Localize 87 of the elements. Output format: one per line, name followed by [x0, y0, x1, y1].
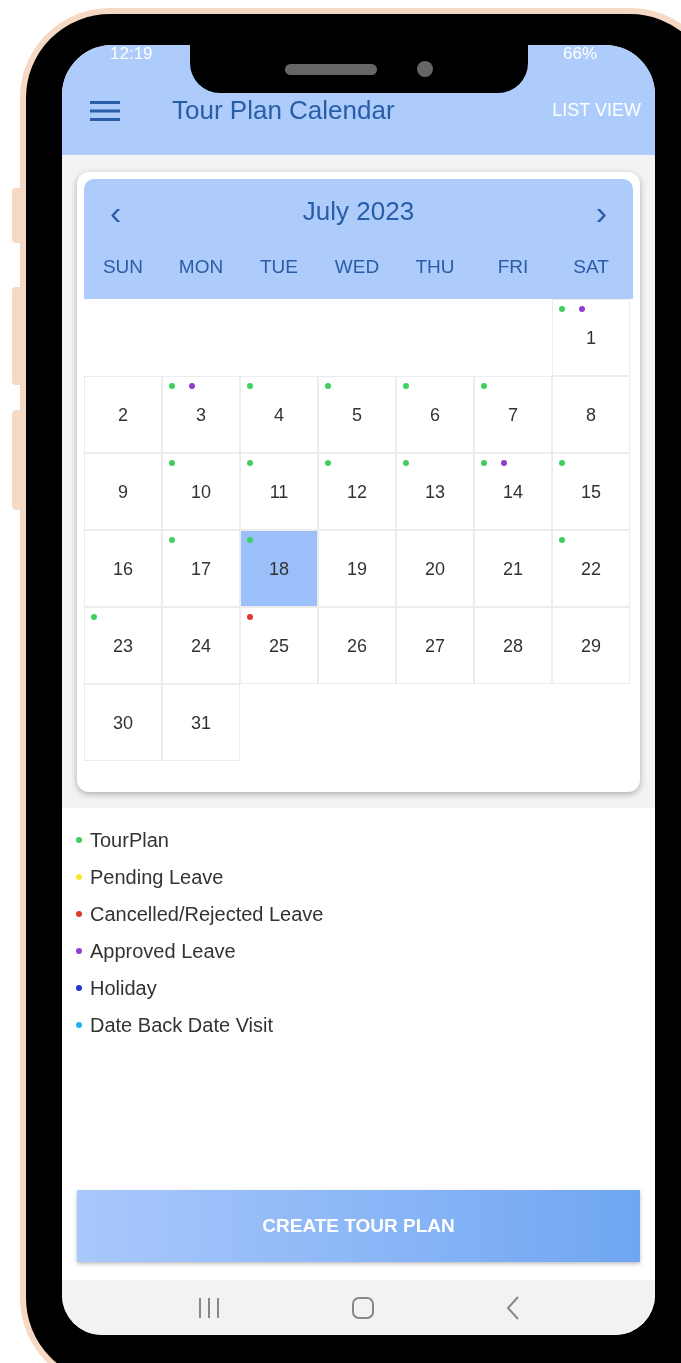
day-number: 20: [425, 558, 445, 581]
day-number: 29: [581, 635, 601, 658]
day-number: 13: [425, 481, 445, 504]
weekday-label: FRI: [496, 255, 530, 280]
calendar-day[interactable]: 5: [318, 376, 396, 453]
day-number: 8: [586, 404, 596, 427]
calendar-day[interactable]: 20: [396, 530, 474, 607]
day-number: 4: [274, 404, 284, 427]
month-title: July 2023: [302, 195, 415, 228]
calendar-day[interactable]: 15: [552, 453, 630, 530]
calendar-day[interactable]: 18: [240, 530, 318, 607]
day-number: 14: [503, 481, 523, 504]
previous-month-button[interactable]: ‹: [110, 194, 122, 229]
weekday-label: THU: [414, 255, 456, 280]
weekday-label: TUE: [259, 255, 299, 280]
home-icon[interactable]: [351, 1295, 376, 1320]
calendar-day[interactable]: 13: [396, 453, 474, 530]
calendar-day[interactable]: 27: [396, 607, 474, 684]
weekday-label: WED: [333, 255, 381, 280]
calendar-day[interactable]: 2: [84, 376, 162, 453]
menu-icon[interactable]: [90, 99, 120, 122]
calendar-day[interactable]: 22: [552, 530, 630, 607]
weekday-label: MON: [177, 255, 225, 280]
day-number: 21: [503, 558, 523, 581]
day-number: 28: [503, 635, 523, 658]
calendar-day[interactable]: 10: [162, 453, 240, 530]
calendar-day[interactable]: 7: [474, 376, 552, 453]
day-number: 25: [269, 635, 289, 658]
day-number: 6: [430, 404, 440, 427]
legend-label: TourPlan: [90, 828, 169, 852]
calendar-day[interactable]: 12: [318, 453, 396, 530]
day-number: 7: [508, 404, 518, 427]
day-number: 19: [347, 558, 367, 581]
legend-label: Cancelled/Rejected Leave: [90, 902, 324, 926]
legend-label: Holiday: [90, 976, 157, 1000]
calendar-day[interactable]: 3: [162, 376, 240, 453]
app-title: Tour Plan Calendar: [172, 94, 395, 127]
day-number: 2: [118, 404, 128, 427]
weekday-label: SUN: [101, 255, 145, 280]
calendar-day[interactable]: 14: [474, 453, 552, 530]
legend-label: Date Back Date Visit: [90, 1013, 274, 1037]
day-number: 26: [347, 635, 367, 658]
day-number: 3: [196, 404, 206, 427]
day-number: 12: [347, 481, 367, 504]
calendar-day[interactable]: 9: [84, 453, 162, 530]
calendar-day[interactable]: 29: [552, 607, 630, 684]
calendar-day[interactable]: 25: [240, 607, 318, 684]
calendar-day[interactable]: 6: [396, 376, 474, 453]
camera-icon: [417, 61, 433, 77]
day-number: 31: [191, 712, 211, 735]
day-number: 9: [118, 481, 128, 504]
calendar-day[interactable]: 4: [240, 376, 318, 453]
legend-label: Pending Leave: [90, 865, 224, 889]
calendar-day[interactable]: 8: [552, 376, 630, 453]
day-number: 15: [581, 481, 601, 504]
day-number: 16: [113, 558, 133, 581]
calendar-day[interactable]: 24: [162, 607, 240, 684]
day-number: 27: [425, 635, 445, 658]
speaker-icon: [285, 63, 377, 75]
calendar-day[interactable]: 23: [84, 607, 162, 684]
day-number: 1: [586, 327, 596, 350]
calendar-day[interactable]: 30: [84, 684, 162, 761]
next-month-button[interactable]: ›: [595, 194, 607, 229]
weekday-label: SAT: [572, 255, 610, 280]
back-icon[interactable]: [505, 1295, 520, 1320]
day-number: 30: [113, 712, 133, 735]
day-number: 23: [113, 635, 133, 658]
battery-level: 66%: [562, 45, 597, 65]
calendar-day[interactable]: 1: [552, 299, 630, 376]
legend-label: Approved Leave: [90, 939, 236, 963]
calendar-day[interactable]: 19: [318, 530, 396, 607]
calendar-day[interactable]: 28: [474, 607, 552, 684]
day-number: 10: [191, 481, 211, 504]
calendar-day[interactable]: 17: [162, 530, 240, 607]
calendar-day[interactable]: 11: [240, 453, 318, 530]
calendar-day[interactable]: 31: [162, 684, 240, 761]
day-number: 22: [581, 558, 601, 581]
status-time: 12:19: [110, 45, 153, 65]
calendar-day[interactable]: 21: [474, 530, 552, 607]
day-number: 5: [352, 404, 362, 427]
calendar-day[interactable]: 16: [84, 530, 162, 607]
day-number: 24: [191, 635, 211, 658]
calendar-day[interactable]: 26: [318, 607, 396, 684]
day-number: 18: [269, 558, 289, 581]
recent-apps-icon[interactable]: [197, 1296, 222, 1319]
day-number: 11: [269, 481, 289, 504]
day-number: 17: [191, 558, 211, 581]
